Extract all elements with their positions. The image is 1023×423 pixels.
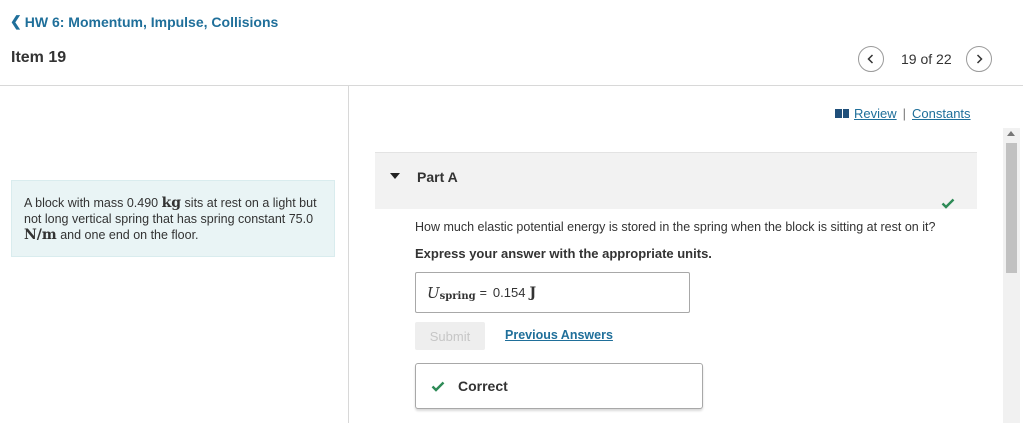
vertical-scrollbar[interactable] xyxy=(1003,128,1020,423)
answer-subscript: spring xyxy=(439,291,476,302)
constants-link[interactable]: Constants xyxy=(912,106,971,121)
part-a-header[interactable]: Part A xyxy=(375,152,977,209)
feedback-label: Correct xyxy=(458,378,508,394)
header-divider xyxy=(0,85,1023,86)
book-icon xyxy=(835,109,849,118)
scroll-thumb[interactable] xyxy=(1006,143,1017,273)
unit-n-per-m: N/m xyxy=(24,227,57,243)
item-title: Item 19 xyxy=(11,49,67,66)
question-text: How much elastic potential energy is sto… xyxy=(415,220,936,234)
problem-text: A block with mass 0.490 xyxy=(24,196,162,210)
previous-answers-link[interactable]: Previous Answers xyxy=(505,328,613,342)
link-separator: | xyxy=(902,106,907,121)
chevron-left-icon xyxy=(867,54,874,64)
previous-item-button[interactable] xyxy=(858,46,884,72)
back-to-assignment-link[interactable]: ❮ HW 6: Momentum, Impulse, Collisions xyxy=(10,13,278,30)
review-link[interactable]: Review xyxy=(854,106,897,121)
answer-unit: J xyxy=(529,284,537,301)
answer-field[interactable]: Uspring = 0.154 J xyxy=(415,272,690,313)
caret-down-icon[interactable] xyxy=(390,173,400,179)
scroll-up-arrow-icon[interactable] xyxy=(1007,131,1015,136)
checkmark-icon xyxy=(941,198,955,209)
next-item-button[interactable] xyxy=(965,46,992,72)
unit-kg: kg xyxy=(161,195,182,211)
chevron-right-icon xyxy=(976,54,983,64)
feedback-panel: Correct xyxy=(415,363,703,409)
answer-instruction: Express your answer with the appropriate… xyxy=(415,246,712,261)
part-title: Part A xyxy=(417,169,458,185)
item-pager: 19 of 22 xyxy=(858,46,992,72)
answer-value: 0.154 xyxy=(492,285,526,300)
problem-statement: A block with mass 0.490 kg sits at rest … xyxy=(11,180,335,257)
submit-button[interactable]: Submit xyxy=(415,322,485,350)
pane-divider xyxy=(348,86,349,423)
resource-links: Review | Constants xyxy=(835,106,971,121)
answer-variable: U xyxy=(427,283,440,302)
problem-text: and one end on the floor. xyxy=(56,228,199,242)
answer-equals: = xyxy=(479,285,487,300)
pager-position: 19 of 22 xyxy=(901,51,952,67)
checkmark-icon xyxy=(431,381,445,392)
assignment-title: HW 6: Momentum, Impulse, Collisions xyxy=(24,13,279,30)
chevron-left-icon: ❮ xyxy=(10,13,22,29)
